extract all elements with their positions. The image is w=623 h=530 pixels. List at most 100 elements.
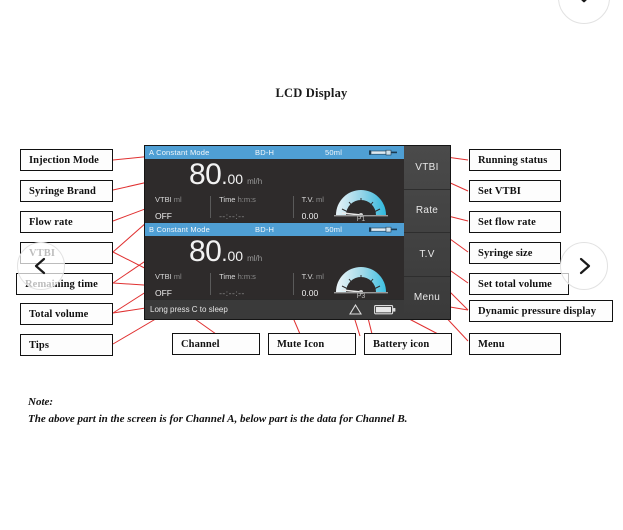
lcd-side-button-rate[interactable]: Rate	[404, 190, 450, 233]
time-value: --:--:--	[219, 211, 245, 221]
channel-a-status-bar: A Constant Mode BD-H 50ml	[145, 146, 404, 159]
lcd-bottom-bar: Long press C to sleep	[145, 300, 404, 319]
callout-syringe-size[interactable]: Syringe size	[469, 242, 561, 264]
flow-rate-fraction: 00	[227, 248, 244, 264]
vtbi-label: VTBI	[155, 195, 172, 204]
lcd-channel-b: B Constant Mode BD-H 50ml 80.00 ml/h VTBI…	[145, 223, 404, 300]
callout-set-flow-rate[interactable]: Set flow rate	[469, 211, 561, 233]
page-title: LCD Display	[275, 86, 348, 100]
lcd-channel-a: A Constant Mode BD-H 50ml 80.00 ml/h VTBI…	[145, 146, 404, 223]
vtbi-value: OFF	[155, 288, 172, 298]
previous-image-button[interactable]	[17, 242, 65, 290]
callout-label: Injection Mode	[29, 154, 99, 166]
channel-a-vtbi-field: VTBI ml OFF	[155, 195, 212, 221]
time-unit: h:m:s	[237, 272, 256, 281]
channel-a-syringe-brand: BD-H	[255, 148, 275, 157]
channel-a-pressure-label: P1	[356, 216, 366, 223]
channel-b-status-bar: B Constant Mode BD-H 50ml	[145, 223, 404, 236]
lcd-side-button-column: VTBI Rate T.V Menu	[404, 146, 450, 319]
flow-rate-whole: 80	[189, 235, 222, 268]
callout-channel[interactable]: Channel	[172, 333, 260, 355]
callout-dynamic-pressure-display[interactable]: Dynamic pressure display	[469, 300, 613, 322]
callout-flow-rate[interactable]: Flow rate	[20, 211, 113, 233]
channel-b-pressure-label: P3	[356, 293, 366, 300]
callout-label: Running status	[478, 154, 548, 166]
syringe-icon	[369, 226, 397, 233]
tv-label: T.V.	[301, 195, 314, 204]
time-label: Time	[219, 195, 236, 204]
channel-a-time-field: Time h:m:s --:--:--	[219, 195, 294, 221]
channel-b-pressure-gauge: P3	[326, 266, 396, 300]
note-body: The above part in the screen is for Chan…	[28, 413, 408, 425]
callout-running-status[interactable]: Running status	[469, 149, 561, 171]
flow-rate-unit: ml/h	[247, 177, 263, 186]
channel-b-body: 80.00 ml/h VTBI ml OFF Time h:m:s --:--:-…	[145, 236, 404, 300]
flow-rate-whole: 80	[189, 158, 222, 191]
side-button-label: VTBI	[415, 161, 439, 173]
channel-a-body: 80.00 ml/h VTBI ml OFF Time h:m:s --:--:-…	[145, 159, 404, 223]
callout-label: Syringe size	[478, 247, 533, 259]
callout-set-total-volume[interactable]: Set total volume	[469, 273, 569, 295]
flow-rate-unit: ml/h	[247, 254, 263, 263]
vtbi-unit: ml	[173, 272, 182, 281]
lcd-side-button-tv[interactable]: T.V	[404, 233, 450, 277]
time-unit: h:m:s	[237, 195, 256, 204]
battery-icon	[374, 305, 396, 315]
callout-battery-icon[interactable]: Battery icon	[364, 333, 452, 355]
flow-rate-fraction: 00	[227, 171, 244, 187]
vtbi-label: VTBI	[155, 272, 172, 281]
note-heading: Note:	[28, 396, 54, 408]
chevron-down-icon	[581, 0, 587, 3]
callout-label: Set total volume	[478, 278, 552, 290]
lcd-display: A Constant Mode BD-H 50ml 80.00 ml/h VTBI…	[145, 146, 450, 319]
chevron-right-icon	[579, 257, 591, 275]
channel-a-flow-rate: 80.00 ml/h	[189, 160, 262, 190]
callout-label: Syringe Brand	[29, 185, 96, 197]
channel-b-vtbi-field: VTBI ml OFF	[155, 272, 212, 298]
callout-menu-bottom[interactable]: Menu	[469, 333, 561, 355]
mute-icon	[349, 304, 362, 315]
callout-label: Flow rate	[29, 216, 73, 228]
time-label: Time	[219, 272, 236, 281]
callout-label: Battery icon	[373, 338, 430, 350]
callout-tips[interactable]: Tips	[20, 334, 113, 356]
lcd-side-button-menu[interactable]: Menu	[404, 277, 450, 320]
chevron-left-icon	[34, 257, 46, 275]
callout-syringe-brand[interactable]: Syringe Brand	[20, 180, 113, 202]
callout-label: Total volume	[29, 308, 89, 320]
sleep-tip-text: Long press C to sleep	[150, 305, 228, 314]
side-button-label: Menu	[413, 292, 441, 304]
callout-label: Set flow rate	[478, 216, 536, 228]
syringe-icon	[369, 149, 397, 156]
tv-label: T.V.	[301, 272, 314, 281]
callout-label: Tips	[29, 339, 50, 351]
next-image-button[interactable]	[560, 242, 608, 290]
side-button-label: Rate	[415, 205, 439, 217]
callout-label: Dynamic pressure display	[478, 305, 597, 317]
vtbi-value: OFF	[155, 211, 172, 221]
tv-unit: ml	[316, 272, 324, 281]
callout-label: Channel	[181, 338, 220, 350]
channel-a-pressure-gauge: P1	[326, 189, 396, 223]
channel-a-syringe-size: 50ml	[325, 148, 343, 157]
time-value: --:--:--	[219, 288, 245, 298]
callout-label: Menu	[478, 338, 505, 350]
callout-total-volume[interactable]: Total volume	[20, 303, 113, 325]
page-root: LCD Display Injection Mode Syringe Brand…	[0, 0, 623, 530]
channel-b-time-field: Time h:m:s --:--:--	[219, 272, 294, 298]
callout-label: Set VTBI	[478, 185, 521, 197]
channel-b-injection-mode: B Constant Mode	[149, 225, 210, 234]
tv-unit: ml	[316, 195, 324, 204]
side-button-label: T.V	[419, 248, 435, 260]
channel-a-injection-mode: A Constant Mode	[149, 148, 210, 157]
scroll-down-button[interactable]	[558, 0, 610, 24]
vtbi-unit: ml	[173, 195, 182, 204]
channel-b-flow-rate: 80.00 ml/h	[189, 237, 262, 267]
channel-b-syringe-brand: BD-H	[255, 225, 275, 234]
callout-injection-mode[interactable]: Injection Mode	[20, 149, 113, 171]
callout-set-vtbi[interactable]: Set VTBI	[469, 180, 561, 202]
lcd-side-button-vtbi[interactable]: VTBI	[404, 146, 450, 190]
callout-mute-icon[interactable]: Mute Icon	[268, 333, 356, 355]
channel-b-syringe-size: 50ml	[325, 225, 343, 234]
callout-label: Mute Icon	[277, 338, 325, 350]
